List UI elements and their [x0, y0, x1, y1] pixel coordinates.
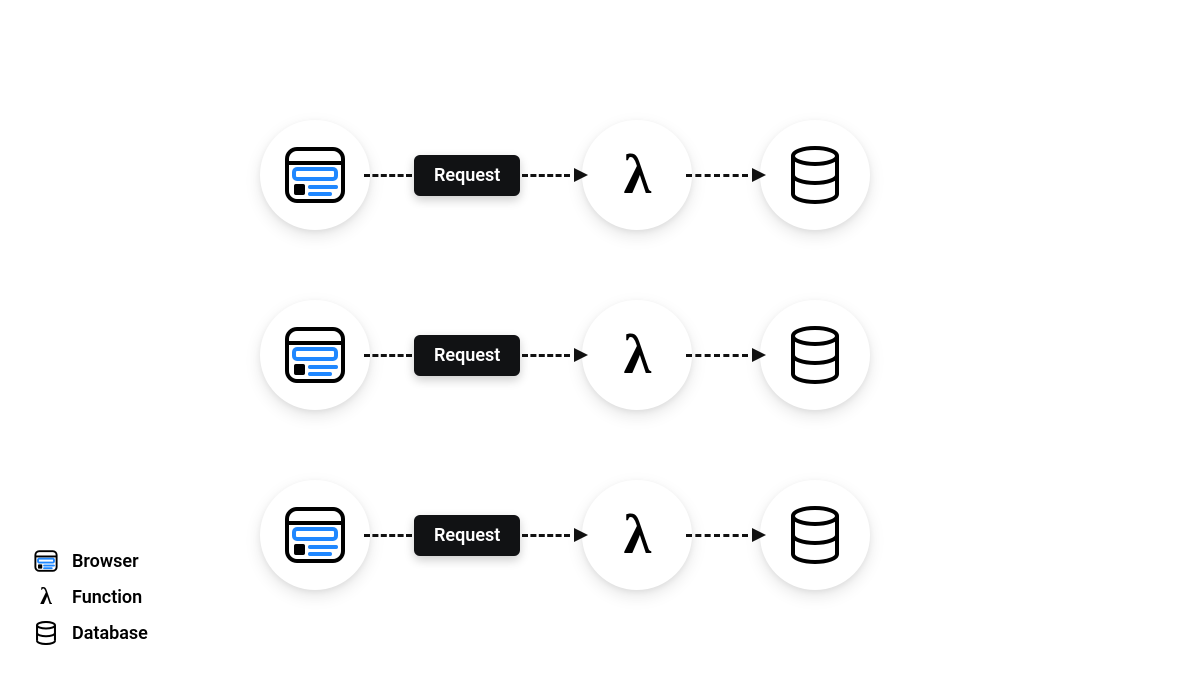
function-node: λ	[582, 120, 692, 230]
browser-icon	[284, 506, 346, 564]
browser-icon	[284, 326, 346, 384]
legend: Browser λ Function Database	[34, 549, 148, 645]
legend-label: Database	[72, 623, 148, 644]
request-pill: Request	[414, 515, 520, 556]
dashed-arrow	[686, 528, 766, 542]
database-icon	[788, 506, 842, 564]
database-icon	[788, 146, 842, 204]
browser-icon	[34, 549, 58, 573]
lambda-icon: λ	[624, 507, 652, 563]
dashed-arrow: Request	[364, 515, 588, 556]
browser-node	[260, 480, 370, 590]
legend-item-function: λ Function	[34, 585, 148, 609]
dashed-arrow	[686, 168, 766, 182]
flow-row: Request λ	[260, 120, 870, 230]
lambda-icon: λ	[624, 147, 652, 203]
dashed-arrow	[686, 348, 766, 362]
request-pill: Request	[414, 335, 520, 376]
lambda-icon: λ	[624, 327, 652, 383]
dashed-arrow: Request	[364, 335, 588, 376]
flow-row: Request λ	[260, 300, 870, 410]
function-node: λ	[582, 480, 692, 590]
browser-node	[260, 120, 370, 230]
dashed-arrow: Request	[364, 155, 588, 196]
function-node: λ	[582, 300, 692, 410]
lambda-icon: λ	[34, 585, 58, 609]
request-pill: Request	[414, 155, 520, 196]
legend-item-database: Database	[34, 621, 148, 645]
database-node	[760, 300, 870, 410]
legend-label: Browser	[72, 551, 139, 572]
legend-label: Function	[72, 587, 142, 608]
database-icon	[34, 621, 58, 645]
browser-node	[260, 300, 370, 410]
flow-rows-container: Request λ	[260, 120, 870, 590]
legend-item-browser: Browser	[34, 549, 148, 573]
browser-icon	[284, 146, 346, 204]
database-node	[760, 120, 870, 230]
flow-row: Request λ	[260, 480, 870, 590]
database-node	[760, 480, 870, 590]
database-icon	[788, 326, 842, 384]
